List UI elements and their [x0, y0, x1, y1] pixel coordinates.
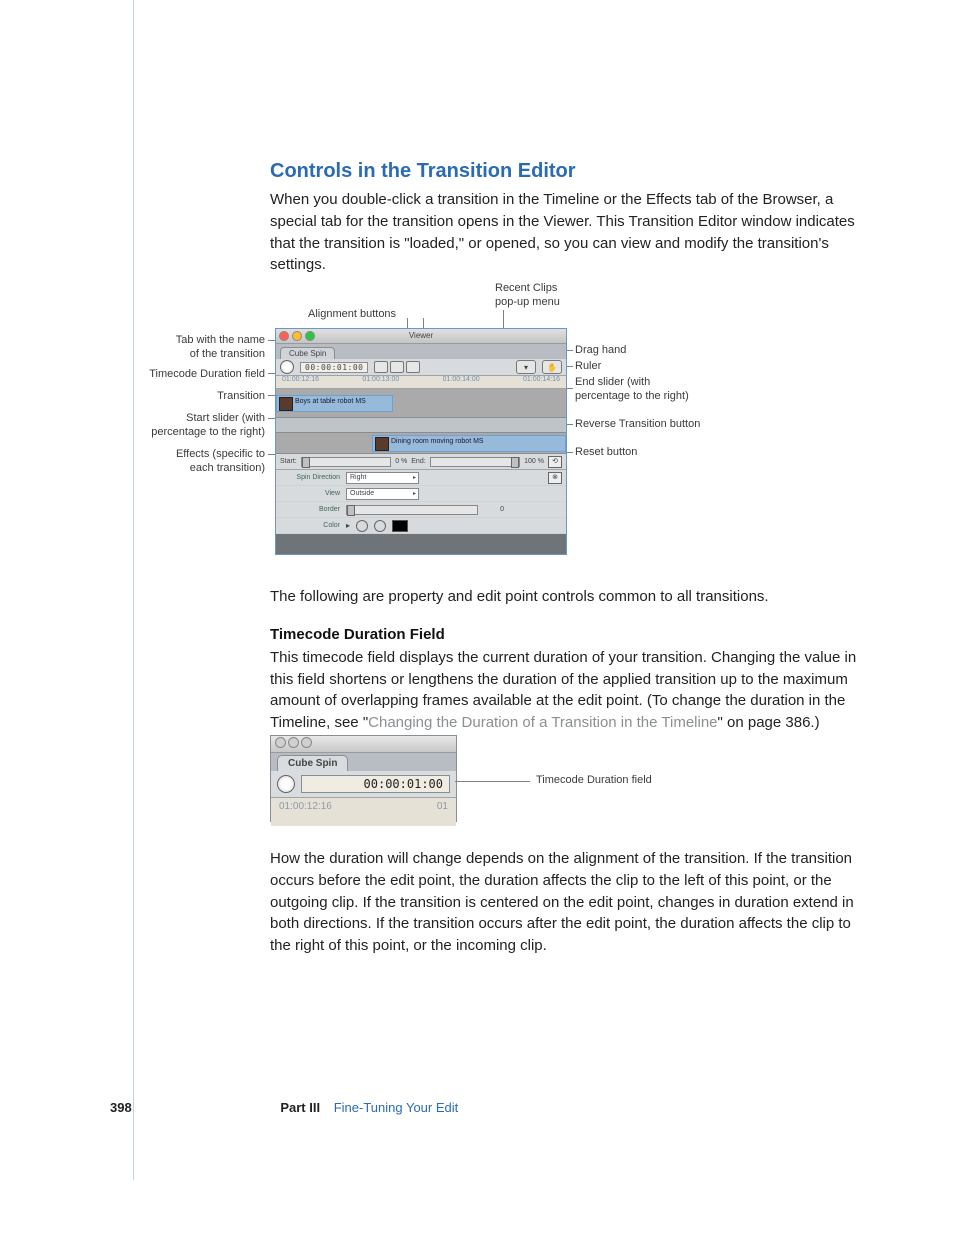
timecode-paragraph-1: This timecode field displays the current…: [270, 647, 860, 734]
param-border-slider[interactable]: [346, 505, 478, 515]
page-footer: 398 Part III Fine-Tuning Your Edit: [110, 1100, 458, 1115]
param-view-select[interactable]: Outside: [346, 488, 419, 500]
callout-end-slider: End slider (with percentage to the right…: [575, 376, 689, 404]
outgoing-clip[interactable]: Boys at table robot MS: [276, 395, 393, 412]
transition-tab[interactable]: Cube Spin: [280, 347, 335, 359]
page-number: 398: [110, 1100, 132, 1115]
section-heading: Controls in the Transition Editor: [270, 160, 860, 183]
link-change-duration[interactable]: Changing the Duration of a Transition in…: [368, 714, 717, 731]
window-traffic-lights[interactable]: [275, 737, 314, 751]
callout-drag-hand: Drag hand: [575, 344, 626, 358]
callout-effects-params: Effects (specific to each transition): [110, 448, 265, 476]
transition-tab[interactable]: Cube Spin: [277, 755, 348, 771]
viewer-title: Viewer: [409, 331, 433, 340]
window-traffic-lights[interactable]: [279, 331, 315, 341]
param-border-label: Border: [280, 506, 340, 513]
start-slider-label: Start:: [280, 458, 297, 465]
ruler-tick: 01:00:14:00: [443, 376, 480, 388]
callout-timecode-duration-field: Timecode Duration field: [110, 368, 265, 382]
callout-tab-name: Tab with the name of the transition: [110, 334, 265, 362]
param-view-label: View: [280, 490, 340, 497]
recent-clips-popup[interactable]: ▾: [516, 360, 536, 374]
param-color-label: Color: [280, 522, 340, 529]
callout-ruler: Ruler: [575, 360, 601, 374]
left-margin-rule: [133, 0, 134, 1180]
alignment-buttons[interactable]: [374, 361, 420, 373]
incoming-clip[interactable]: Dining room moving robot MS: [372, 435, 566, 452]
outgoing-clip-track: Boys at table robot MS: [276, 389, 566, 418]
timecode-duration-field[interactable]: 00:00:01:00: [301, 775, 450, 793]
param-spin-select[interactable]: Right: [346, 472, 419, 484]
callout-recent-clips: Recent Clips pop-up menu: [495, 282, 560, 310]
reset-button[interactable]: ⊗: [548, 472, 562, 484]
timecode-clock-icon: [277, 775, 295, 793]
color-eyedropper-icon[interactable]: [356, 520, 368, 532]
callout-start-slider: Start slider (with percentage to the rig…: [110, 412, 265, 440]
viewer-window: Viewer Cube Spin 00:00:01:00 ▾ ✋ 01:00:1…: [275, 328, 567, 555]
end-slider-label: End:: [411, 458, 425, 465]
callout-reset-button: Reset button: [575, 446, 637, 460]
following-paragraph: The following are property and edit poin…: [270, 586, 860, 608]
callout-transition-strip: Transition: [110, 390, 265, 404]
callout-timecode-duration-field: Timecode Duration field: [536, 774, 652, 788]
start-slider[interactable]: [301, 457, 391, 467]
viewer-empty-area: [276, 534, 566, 555]
param-border-value[interactable]: 0: [484, 506, 504, 513]
timecode-field-closeup: Cube Spin 00:00:01:00 01:00:12:16 01: [270, 735, 457, 822]
callout-reverse-button: Reverse Transition button: [575, 418, 700, 432]
ruler[interactable]: 01:00:12:16 01:00:13:00 01:00:14:00 01:0…: [276, 376, 566, 389]
end-slider[interactable]: [430, 457, 520, 467]
incoming-clip-track: Dining room moving robot MS: [276, 433, 566, 454]
drag-hand-icon[interactable]: ✋: [542, 360, 562, 374]
timecode-paragraph-2: How the duration will change depends on …: [270, 848, 860, 957]
part-label: Part III: [280, 1100, 320, 1115]
timecode-duration-field[interactable]: 00:00:01:00: [300, 362, 368, 373]
param-spin-label: Spin Direction: [280, 474, 340, 481]
start-slider-pct: 0 %: [395, 458, 407, 465]
color-hsl-icon[interactable]: [374, 520, 386, 532]
part-title: Fine-Tuning Your Edit: [334, 1100, 459, 1115]
transition-editor-figure: Alignment buttons Recent Clips pop-up me…: [110, 278, 750, 568]
callout-alignment-buttons: Alignment buttons: [308, 308, 396, 322]
ruler-tick: 01:00:12:16: [282, 376, 319, 388]
subhead-timecode: Timecode Duration Field: [270, 626, 860, 643]
reverse-transition-button[interactable]: ⟲: [548, 456, 562, 468]
transition-track[interactable]: [276, 418, 566, 433]
end-slider-pct: 100 %: [524, 458, 544, 465]
timecode-clock-icon: [280, 360, 294, 374]
ruler: 01:00:12:16 01: [271, 798, 456, 826]
color-swatch[interactable]: [392, 520, 408, 532]
intro-paragraph: When you double-click a transition in th…: [270, 189, 860, 276]
ruler-tick: 01:00:13:00: [362, 376, 399, 388]
ruler-tick: 01:00:14:16: [523, 376, 560, 388]
